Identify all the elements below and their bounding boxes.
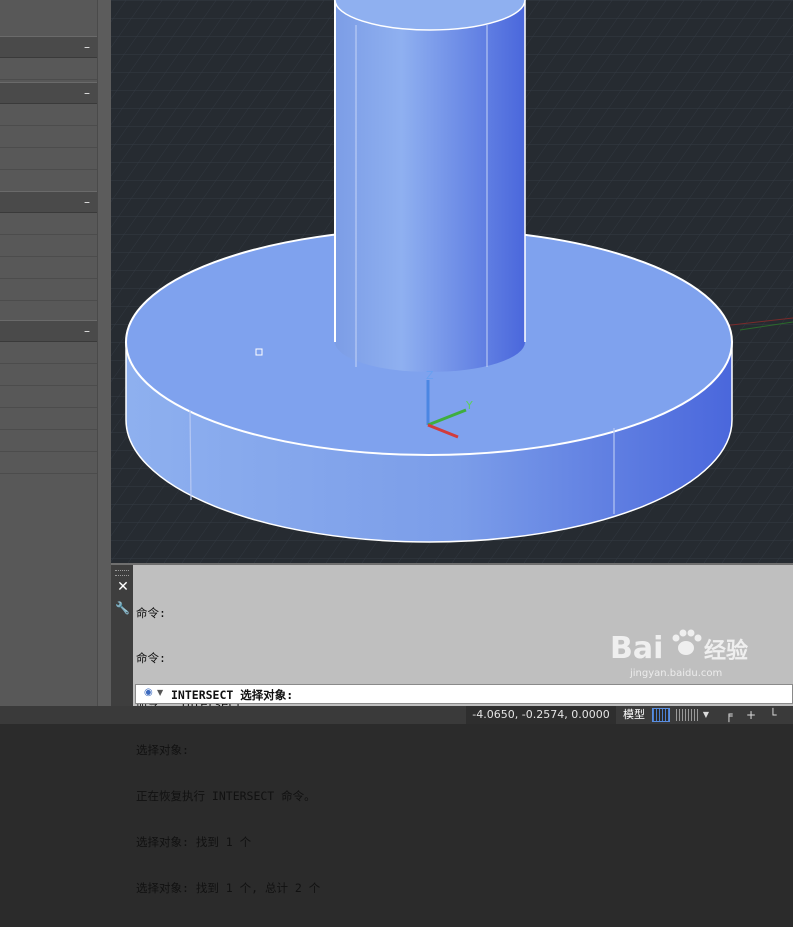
- history-line: 命令:: [136, 605, 166, 620]
- collapse-icon[interactable]: –: [84, 195, 90, 209]
- baidu-watermark: Bai 经验 jingyan.baidu.com: [610, 629, 748, 679]
- command-icon[interactable]: ◉: [144, 687, 153, 698]
- palette-row[interactable]: [0, 213, 97, 235]
- viewport-canvas[interactable]: Z Y: [111, 0, 793, 563]
- palette-row[interactable]: [0, 148, 97, 170]
- paw-icon: [672, 629, 702, 655]
- history-line: 选择对象: 找到 1 个, 总计 2 个: [136, 880, 321, 895]
- drawing-viewport[interactable]: Z Y: [111, 0, 793, 563]
- chevron-down-icon[interactable]: ▼: [157, 688, 163, 697]
- palette-scrollbar[interactable]: [97, 0, 112, 706]
- chevron-down-icon[interactable]: ▼: [700, 706, 712, 724]
- history-line: 选择对象: 找到 1 个: [136, 835, 252, 850]
- model-space-button[interactable]: 模型: [619, 706, 649, 724]
- palette-row[interactable]: [0, 104, 97, 126]
- ortho-mode-icon[interactable]: └: [764, 706, 782, 724]
- palette-row[interactable]: [0, 342, 97, 364]
- snap-icon[interactable]: [676, 709, 698, 721]
- palette-row[interactable]: [0, 364, 97, 386]
- collapse-icon[interactable]: –: [84, 324, 90, 338]
- command-prompt[interactable]: INTERSECT 选择对象:: [171, 687, 293, 703]
- palette-row[interactable]: [0, 279, 97, 301]
- close-icon[interactable]: ✕: [116, 580, 130, 594]
- infer-constraints-icon[interactable]: ╒: [720, 706, 738, 724]
- watermark-suffix: 经验: [704, 638, 748, 664]
- palette-row[interactable]: [0, 408, 97, 430]
- ucs-z-label: Z: [426, 369, 434, 382]
- palette-row[interactable]: [0, 430, 97, 452]
- palette-section-header-4[interactable]: –: [0, 320, 97, 342]
- cylinder-solid[interactable]: [334, 0, 526, 372]
- palette-section-header-2[interactable]: –: [0, 82, 97, 104]
- history-line: 选择对象:: [136, 743, 189, 758]
- command-line-sidebar: ✕ 🔧: [111, 565, 133, 708]
- grid-icon[interactable]: [652, 708, 670, 722]
- collapse-icon[interactable]: –: [84, 86, 90, 100]
- palette-row[interactable]: [0, 386, 97, 408]
- history-line: 正在恢复执行 INTERSECT 命令。: [136, 789, 316, 804]
- ucs-y-label: Y: [465, 399, 473, 412]
- palette-row[interactable]: [0, 452, 97, 474]
- palette-row[interactable]: [0, 170, 97, 192]
- coordinate-readout[interactable]: -4.0650, -0.2574, 0.0000: [466, 706, 616, 724]
- watermark-url: jingyan.baidu.com: [629, 668, 722, 679]
- collapse-icon[interactable]: –: [84, 40, 90, 54]
- palette-section-header-1[interactable]: –: [0, 36, 97, 58]
- dynamic-input-icon[interactable]: +: [742, 706, 760, 724]
- palette-section-header-3[interactable]: –: [0, 191, 97, 213]
- properties-palette: – – – –: [0, 0, 111, 706]
- palette-row[interactable]: [0, 257, 97, 279]
- status-bar: -4.0650, -0.2574, 0.0000 模型 ▼ ╒ + └: [0, 706, 793, 724]
- palette-row[interactable]: [0, 126, 97, 148]
- drag-grip-icon[interactable]: [115, 570, 129, 576]
- palette-row[interactable]: [0, 58, 97, 80]
- palette-row[interactable]: [0, 235, 97, 257]
- wrench-icon[interactable]: 🔧: [115, 601, 130, 615]
- watermark-brand: Bai: [610, 631, 663, 666]
- command-input[interactable]: ◉ ▼ INTERSECT 选择对象:: [135, 684, 793, 704]
